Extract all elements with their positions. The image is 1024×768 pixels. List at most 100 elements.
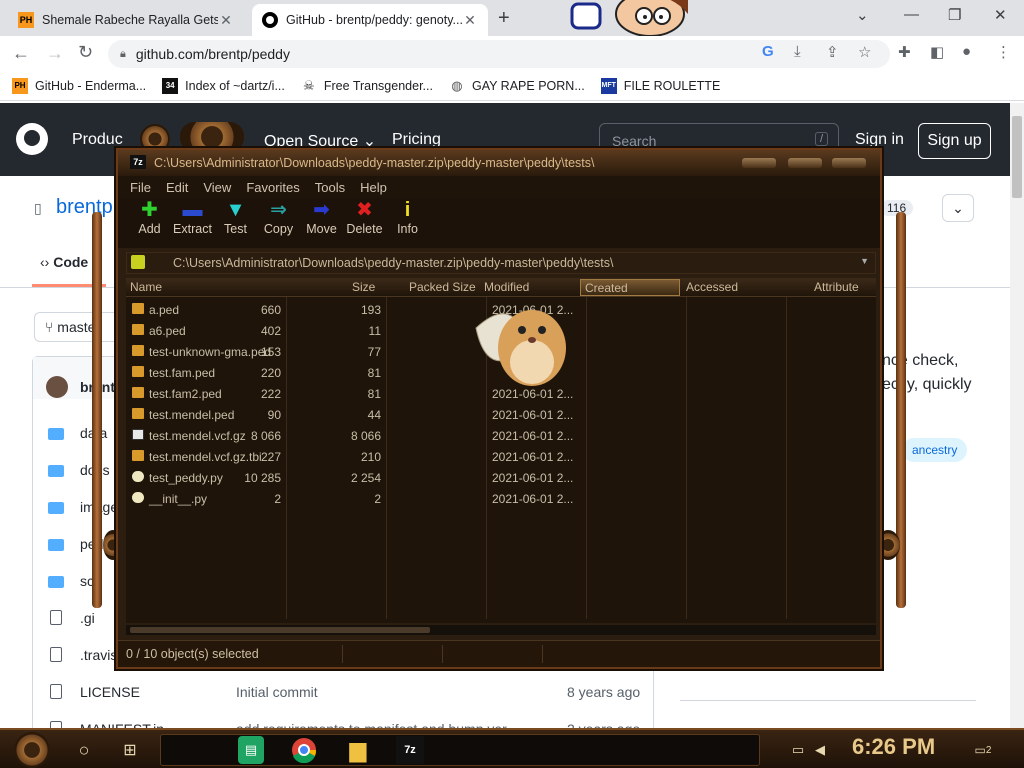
file-name[interactable]: LICENSE [80,684,140,700]
browser-tab-1[interactable]: PH Shemale Rabeche Rayalla Gets... ✕ [8,4,244,36]
close-window-icon[interactable]: ✕ [994,6,1007,24]
sign-in-link[interactable]: Sign in [855,131,904,149]
file-size: 8 066 [250,429,281,443]
python-file-icon [132,471,144,482]
restore-icon[interactable]: ❐ [948,6,961,24]
list-item[interactable]: test.mendel.ped 90 44 2021-06-01 2... [126,404,876,425]
install-icon[interactable]: ⤓ [794,43,801,60]
window-titlebar[interactable]: 7z C:\Users\Administrator\Downloads\pedd… [118,150,880,176]
modified-date: 2021-06-01 2... [492,492,574,506]
file-name[interactable]: .travis [80,647,117,663]
star-icon[interactable]: ☆ [858,43,871,61]
chevron-down-icon[interactable]: ⌄ [856,6,869,24]
column-packed-size[interactable]: Packed Size [409,280,476,294]
mft-icon: MFT [600,77,617,94]
file-size: 402 [260,324,281,338]
menu-icon[interactable]: ⋮ [996,43,1011,61]
network-icon[interactable]: ▭ [788,736,808,764]
topic-tag[interactable]: ancestry [902,438,968,462]
path-bar[interactable]: C:\Users\Administrator\Downloads\peddy-m… [126,252,876,274]
sheets-app-icon[interactable]: ▤ [238,736,264,764]
chevron-down-icon[interactable]: ▼ [860,256,869,266]
7zip-taskbar-icon[interactable]: 7z [396,736,424,764]
folder-up-icon[interactable] [131,255,145,269]
folder-icon [48,539,64,551]
list-item[interactable]: test.mendel.vcf.gz.tbi 227 210 2021-06-01 2… [126,446,876,467]
move-icon: ➡ [313,199,330,221]
left-pipe-decoration [92,212,102,608]
notification-icon[interactable]: ▭ 2 [970,736,996,764]
google-icon[interactable]: G [762,43,774,60]
file-explorer-icon[interactable]: ▆ [344,736,372,764]
file-name: test.fam2.ped [149,387,222,401]
column-size[interactable]: Size [352,280,375,294]
column-accessed[interactable]: Accessed [686,280,738,294]
list-item[interactable]: test.mendel.vcf.gz 8 066 8 066 2021-06-01 2… [126,425,876,446]
share-icon[interactable]: ⇪ [826,43,839,61]
list-item[interactable]: __init__.py 2 2 2021-06-01 2... [126,488,876,509]
column-modified[interactable]: Modified [484,280,529,294]
packed-size: 193 [360,303,381,317]
bookmark-5[interactable]: MFT FILE ROULETTE [600,77,720,94]
close-tab-icon[interactable]: ✕ [462,12,478,29]
chrome-app-icon[interactable] [290,736,318,764]
forward-icon[interactable]: → [46,43,64,64]
nav-pricing[interactable]: Pricing [392,131,441,149]
back-icon[interactable]: ← [12,43,30,64]
commit-message[interactable]: Initial commit [236,684,318,700]
bookmark-3[interactable]: ☠ Free Transgender... [301,78,433,94]
menu-edit[interactable]: Edit [166,180,188,195]
file-size: 220 [260,366,281,380]
new-tab-icon[interactable]: + [498,7,510,30]
star-dropdown-button[interactable]: ⌄ [942,194,974,222]
info-button[interactable]: i Info [386,198,429,248]
maximize-button[interactable] [788,158,822,168]
add-button[interactable]: ✚ Add [128,198,171,248]
skull-icon: ☠ [303,77,315,93]
close-button[interactable] [832,158,866,168]
menu-file[interactable]: File [130,180,151,195]
file-name[interactable]: .gi [80,610,95,626]
sign-up-button[interactable]: Sign up [918,123,991,159]
delete-button[interactable]: ✖ Delete [343,198,386,248]
menu-bar: File Edit View Favorites Tools Help [118,176,880,198]
task-view-icon[interactable]: ⊞ [116,736,144,764]
menu-tools[interactable]: Tools [315,180,345,195]
minimize-button[interactable] [742,158,776,168]
test-button[interactable]: ▼ Test [214,198,257,248]
column-attribute[interactable]: Attribute [814,280,859,294]
column-created[interactable]: Created [580,279,680,296]
code-tab[interactable]: ‹› Code [40,254,88,270]
sidepanel-icon[interactable]: ◧ [930,43,944,61]
menu-view[interactable]: View [203,180,231,195]
menu-favorites[interactable]: Favorites [246,180,299,195]
menu-help[interactable]: Help [360,180,387,195]
close-tab-icon[interactable]: ✕ [218,12,234,29]
bookmark-1[interactable]: PH GitHub - Enderma... [12,77,146,94]
branch-selector[interactable]: ⑂ master [34,312,124,342]
profile-icon[interactable]: ● [962,43,971,60]
extract-button[interactable]: ▬ Extract [171,198,214,248]
bookmark-4[interactable]: ◍ GAY RAPE PORN... [449,78,584,94]
browser-tab-2[interactable]: GitHub - brentp/peddy: genoty... ✕ [252,4,488,36]
list-item[interactable]: test_peddy.py 10 285 2 254 2021-06-01 2... [126,467,876,488]
bookmark-2[interactable]: 34 Index of ~dartz/i... [162,77,285,94]
minimize-icon[interactable]: — [904,6,919,23]
extensions-icon[interactable]: ✚ [898,43,911,61]
page-scrollbar-thumb[interactable] [1012,116,1022,198]
volume-muted-icon[interactable]: ◀ [810,736,830,764]
horizontal-scrollbar-thumb[interactable] [130,627,430,633]
copy-button[interactable]: ⇒ Copy [257,198,300,248]
clock-time[interactable]: 6:26 PM [852,734,935,760]
reload-icon[interactable]: ↻ [78,42,93,63]
column-name[interactable]: Name [130,280,162,294]
move-button[interactable]: ➡ Move [300,198,343,248]
github-logo-icon[interactable] [16,123,48,155]
repo-owner-link[interactable]: brentp [56,196,113,219]
search-icon[interactable]: ○ [70,736,98,764]
tool-label: Copy [263,222,294,236]
nav-product[interactable]: Produc [72,131,123,149]
file-size: 227 [260,450,281,464]
file-name: test.mendel.vcf.gz.tbi [149,450,262,464]
start-button[interactable] [10,732,54,768]
